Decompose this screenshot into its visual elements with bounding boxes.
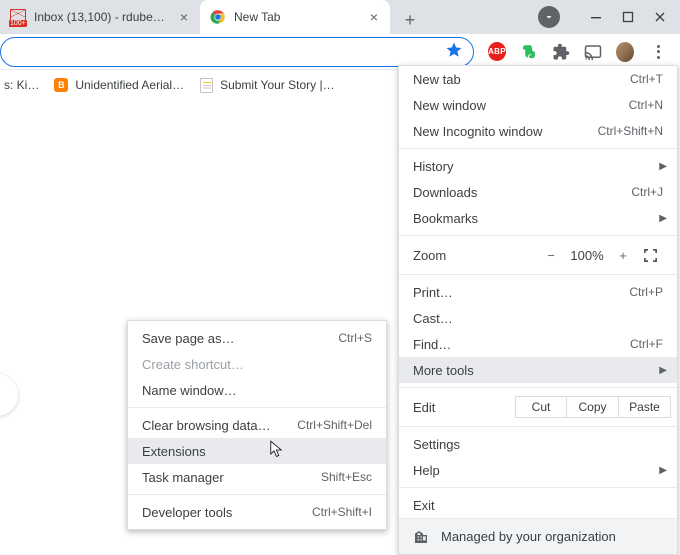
new-tab-button[interactable]: + (396, 6, 424, 34)
edit-paste-button[interactable]: Paste (619, 396, 671, 418)
menu-more-tools[interactable]: More tools▶ (399, 357, 677, 383)
tab-strip: 100+ Inbox (13,100) - rdube02@ × New Tab… (0, 0, 680, 34)
menu-bookmarks[interactable]: Bookmarks▶ (399, 205, 677, 231)
menu-zoom: Zoom − 100% + (399, 240, 677, 270)
chevron-right-icon: ▶ (659, 365, 667, 376)
bookmark-star-icon[interactable] (445, 41, 463, 62)
toolbar-icons: ABP (474, 42, 678, 62)
menu-exit[interactable]: Exit (399, 492, 677, 518)
tab-title: Inbox (13,100) - rdube02@ (34, 10, 168, 24)
profile-avatar[interactable] (616, 43, 634, 61)
chrome-menu-button[interactable] (648, 42, 668, 62)
menu-edit: Edit Cut Copy Paste (399, 392, 677, 422)
submenu-create-shortcut: Create shortcut… (128, 351, 386, 377)
menu-cast[interactable]: Cast… (399, 305, 677, 331)
close-icon[interactable]: × (176, 9, 192, 25)
zoom-out-button[interactable]: − (537, 248, 565, 263)
submenu-clear-data[interactable]: Clear browsing data…Ctrl+Shift+Del (128, 412, 386, 438)
zoom-in-button[interactable]: + (609, 248, 637, 263)
menu-managed[interactable]: Managed by your organization (399, 518, 677, 554)
chrome-menu: New tabCtrl+T New windowCtrl+N New Incog… (398, 65, 678, 555)
bookmark-item-blogger[interactable]: Unidentified Aerial… (53, 77, 184, 93)
menu-help[interactable]: Help▶ (399, 457, 677, 483)
close-window-button[interactable] (644, 2, 676, 32)
more-tools-submenu: Save page as…Ctrl+S Create shortcut… Nam… (127, 320, 387, 530)
menu-new-window[interactable]: New windowCtrl+N (399, 92, 677, 118)
menu-find[interactable]: Find…Ctrl+F (399, 331, 677, 357)
bookmark-item-truncated[interactable]: s: Ki… (4, 78, 39, 92)
chrome-icon (210, 9, 226, 25)
account-switcher[interactable] (538, 6, 560, 28)
menu-print[interactable]: Print…Ctrl+P (399, 279, 677, 305)
edit-cut-button[interactable]: Cut (515, 396, 567, 418)
building-icon (413, 529, 429, 545)
menu-settings[interactable]: Settings (399, 431, 677, 457)
gmail-icon: 100+ (10, 9, 26, 25)
abp-extension-icon[interactable]: ABP (488, 43, 506, 61)
close-icon[interactable]: × (366, 9, 382, 25)
menu-downloads[interactable]: DownloadsCtrl+J (399, 179, 677, 205)
chevron-right-icon: ▶ (659, 161, 667, 172)
chevron-right-icon: ▶ (659, 465, 667, 476)
bookmark-item-doc[interactable]: Submit Your Story |… (198, 77, 335, 93)
submenu-extensions[interactable]: Extensions (128, 438, 386, 464)
fullscreen-button[interactable] (637, 248, 663, 263)
document-icon (198, 77, 214, 93)
evernote-extension-icon[interactable] (520, 43, 538, 61)
zoom-level: 100% (565, 248, 609, 263)
menu-new-incognito[interactable]: New Incognito windowCtrl+Shift+N (399, 118, 677, 144)
address-bar[interactable] (0, 37, 474, 67)
menu-history[interactable]: History▶ (399, 153, 677, 179)
tab-inbox[interactable]: 100+ Inbox (13,100) - rdube02@ × (0, 0, 200, 34)
blogger-icon (53, 77, 69, 93)
submenu-save-page[interactable]: Save page as…Ctrl+S (128, 325, 386, 351)
chevron-right-icon: ▶ (659, 213, 667, 224)
edit-copy-button[interactable]: Copy (567, 396, 619, 418)
minimize-button[interactable] (580, 2, 612, 32)
maximize-button[interactable] (612, 2, 644, 32)
submenu-name-window[interactable]: Name window… (128, 377, 386, 403)
submenu-task-manager[interactable]: Task managerShift+Esc (128, 464, 386, 490)
menu-new-tab[interactable]: New tabCtrl+T (399, 66, 677, 92)
cast-icon[interactable] (584, 43, 602, 61)
submenu-dev-tools[interactable]: Developer toolsCtrl+Shift+I (128, 499, 386, 525)
window-controls (538, 0, 676, 34)
extensions-icon[interactable] (552, 43, 570, 61)
tab-title: New Tab (234, 10, 358, 24)
tab-new-tab[interactable]: New Tab × (200, 0, 390, 34)
